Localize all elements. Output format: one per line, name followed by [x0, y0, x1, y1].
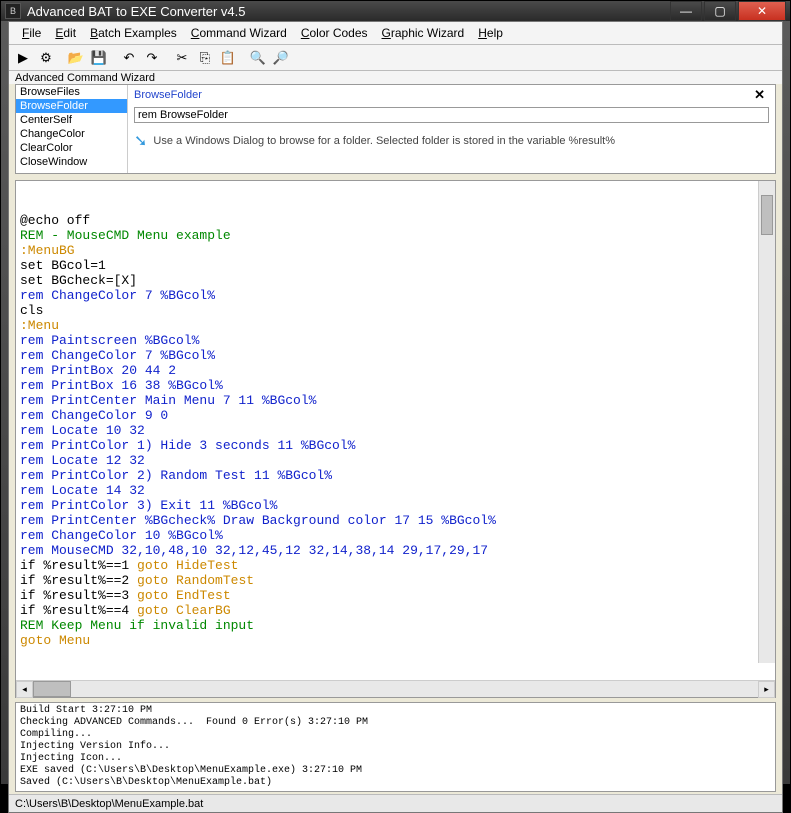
code-line: rem ChangeColor 7 %BGcol% [20, 288, 771, 303]
code-line: if %result%==2 goto RandomTest [20, 573, 771, 588]
code-line: rem Paintscreen %BGcol% [20, 333, 771, 348]
code-line: @echo off [20, 213, 771, 228]
menu-edit[interactable]: Edit [48, 24, 83, 42]
code-line: rem Locate 10 32 [20, 423, 771, 438]
redo-icon[interactable]: ↷ [142, 48, 162, 68]
console-line: Checking ADVANCED Commands... Found 0 Er… [20, 717, 771, 729]
cut-icon[interactable]: ✂ [172, 48, 192, 68]
wizard-close-button[interactable]: ✕ [750, 87, 769, 103]
command-help-text: Use a Windows Dialog to browse for a fol… [153, 135, 615, 147]
code-line: set BGcol=1 [20, 258, 771, 273]
hscroll-right[interactable]: ▸ [758, 681, 775, 698]
code-editor[interactable]: @echo offREM - MouseCMD Menu example:Men… [16, 181, 775, 680]
code-line: goto Menu [20, 633, 771, 648]
paste-icon[interactable]: 📋 [218, 48, 238, 68]
selected-command-name: BrowseFolder [134, 89, 750, 101]
gear-icon[interactable]: ⚙ [36, 48, 56, 68]
code-line: rem Locate 12 32 [20, 453, 771, 468]
command-input[interactable] [134, 107, 769, 123]
code-line: REM - MouseCMD Menu example [20, 228, 771, 243]
play-icon[interactable]: ▶ [13, 48, 33, 68]
code-line: :Menu [20, 318, 771, 333]
code-line: rem MouseCMD 32,10,48,10 32,12,45,12 32,… [20, 543, 771, 558]
console-line: Injecting Version Info... [20, 741, 771, 753]
command-list[interactable]: BrowseFilesBrowseFolderCenterSelfChangeC… [16, 85, 128, 173]
maximize-button[interactable]: ▢ [704, 1, 736, 21]
code-line: rem ChangeColor 10 %BGcol% [20, 528, 771, 543]
status-filepath: C:\Users\B\Desktop\MenuExample.bat [15, 798, 203, 810]
save-icon[interactable]: 💾 [89, 48, 109, 68]
cmd-centerself[interactable]: CenterSelf [16, 113, 127, 127]
hscroll-thumb[interactable] [33, 681, 71, 697]
wizard-section-label: Advanced Command Wizard [9, 71, 782, 84]
menubar: FileEditBatch ExamplesCommand WizardColo… [9, 22, 782, 45]
code-line: rem PrintCenter %BGcheck% Draw Backgroun… [20, 513, 771, 528]
window-title: Advanced BAT to EXE Converter v4.5 [27, 4, 668, 19]
zoom-in-icon[interactable]: 🔍 [248, 48, 268, 68]
close-button[interactable]: ✕ [738, 1, 786, 21]
cmd-clearcolor[interactable]: ClearColor [16, 141, 127, 155]
code-line: set BGcheck=[X] [20, 273, 771, 288]
cmd-closewindow[interactable]: CloseWindow [16, 155, 127, 169]
code-line: rem ChangeColor 9 0 [20, 408, 771, 423]
code-line: if %result%==1 goto HideTest [20, 558, 771, 573]
menu-command-wizard[interactable]: Command Wizard [184, 24, 294, 42]
info-arrow-icon: ➘ [134, 131, 147, 151]
menu-help[interactable]: Help [471, 24, 510, 42]
statusbar: C:\Users\B\Desktop\MenuExample.bat [9, 794, 782, 812]
menu-graphic-wizard[interactable]: Graphic Wizard [375, 24, 472, 42]
code-line: REM Keep Menu if invalid input [20, 618, 771, 633]
code-line: rem PrintBox 16 38 %BGcol% [20, 378, 771, 393]
titlebar[interactable]: B Advanced BAT to EXE Converter v4.5 — ▢… [1, 1, 790, 21]
code-line: rem PrintColor 1) Hide 3 seconds 11 %BGc… [20, 438, 771, 453]
code-line: rem Locate 14 32 [20, 483, 771, 498]
undo-icon[interactable]: ↶ [119, 48, 139, 68]
code-line: cls [20, 303, 771, 318]
zoom-out-icon[interactable]: 🔎 [271, 48, 291, 68]
hscroll-left[interactable]: ◂ [16, 681, 33, 698]
build-output-console[interactable]: Build Start 3:27:10 PMChecking ADVANCED … [15, 702, 776, 792]
cmd-browsefolder[interactable]: BrowseFolder [16, 99, 127, 113]
code-line: rem PrintColor 2) Random Test 11 %BGcol% [20, 468, 771, 483]
code-line: if %result%==4 goto ClearBG [20, 603, 771, 618]
app-icon: B [5, 3, 21, 19]
code-line: if %result%==3 goto EndTest [20, 588, 771, 603]
editor-hscrollbar[interactable]: ◂ ▸ [16, 680, 775, 697]
code-line: rem PrintColor 3) Exit 11 %BGcol% [20, 498, 771, 513]
menu-batch-examples[interactable]: Batch Examples [83, 24, 184, 42]
cmd-browsefiles[interactable]: BrowseFiles [16, 85, 127, 99]
toolbar: ▶⚙ 📂💾 ↶↷ ✂⎘📋 🔍🔎 [9, 45, 782, 71]
menu-file[interactable]: File [15, 24, 48, 42]
open-folder-icon[interactable]: 📂 [66, 48, 86, 68]
code-line: rem PrintBox 20 44 2 [20, 363, 771, 378]
command-wizard-panel: BrowseFilesBrowseFolderCenterSelfChangeC… [15, 84, 776, 174]
menu-color-codes[interactable]: Color Codes [294, 24, 375, 42]
console-line: Build Start 3:27:10 PM [20, 705, 771, 717]
console-line: Saved (C:\Users\B\Desktop\MenuExample.ba… [20, 777, 771, 789]
editor-vscrollbar[interactable] [758, 181, 775, 663]
cmd-changecolor[interactable]: ChangeColor [16, 127, 127, 141]
code-line: :MenuBG [20, 243, 771, 258]
console-line: Injecting Icon... [20, 753, 771, 765]
code-line: rem ChangeColor 7 %BGcol% [20, 348, 771, 363]
code-line: rem PrintCenter Main Menu 7 11 %BGcol% [20, 393, 771, 408]
console-line: EXE saved (C:\Users\B\Desktop\MenuExampl… [20, 765, 771, 777]
console-line: Compiling... [20, 729, 771, 741]
minimize-button[interactable]: — [670, 1, 702, 21]
copy-icon[interactable]: ⎘ [195, 48, 215, 68]
